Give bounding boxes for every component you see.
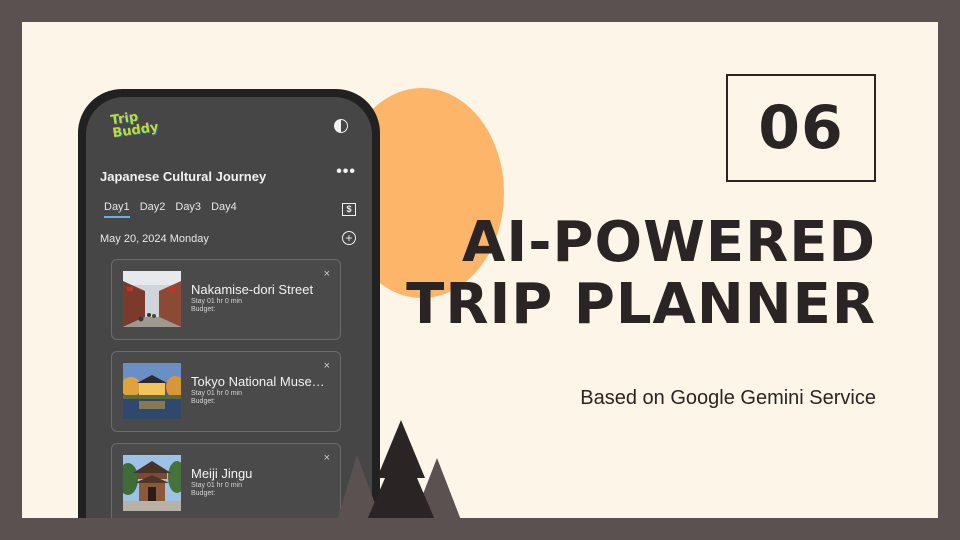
nakamise-street-photo xyxy=(123,271,181,327)
meiji-jingu-photo xyxy=(123,455,181,511)
itinerary-date: May 20, 2024 Monday xyxy=(100,233,209,245)
tokyo-museum-photo xyxy=(123,363,181,419)
place-stay: Stay 01 hr 0 min xyxy=(191,390,242,397)
place-card[interactable]: Nakamise-dori Street Stay 01 hr 0 min Bu… xyxy=(111,259,341,340)
budget-icon[interactable]: $ xyxy=(342,203,356,216)
place-card[interactable]: Tokyo National Museum Stay 01 hr 0 min B… xyxy=(111,351,341,432)
tab-day3[interactable]: Day3 xyxy=(175,201,201,218)
place-card[interactable]: Meiji Jingu Stay 01 hr 0 min Budget: × xyxy=(111,443,341,518)
place-name: Tokyo National Museum xyxy=(191,374,327,389)
remove-place-icon[interactable]: × xyxy=(324,268,330,280)
add-place-icon[interactable]: + xyxy=(342,231,356,245)
phone-mockup: Trip Buddy Japanese Cultural Journey •••… xyxy=(78,89,380,518)
trip-buddy-logo: Trip Buddy xyxy=(110,108,162,148)
place-name: Nakamise-dori Street xyxy=(191,282,314,297)
pine-trees-decoration xyxy=(337,420,461,518)
theme-toggle-icon[interactable] xyxy=(334,119,348,133)
more-options-icon[interactable]: ••• xyxy=(336,163,356,181)
tab-day2[interactable]: Day2 xyxy=(140,201,166,218)
slide-subtitle: Based on Google Gemini Service xyxy=(580,387,876,409)
tab-day1[interactable]: Day1 xyxy=(104,201,130,218)
slide-number: 06 xyxy=(726,74,876,182)
remove-place-icon[interactable]: × xyxy=(324,360,330,372)
tab-day4[interactable]: Day4 xyxy=(211,201,237,218)
remove-place-icon[interactable]: × xyxy=(324,452,330,464)
place-name: Meiji Jingu xyxy=(191,466,253,481)
app-screen: Trip Buddy Japanese Cultural Journey •••… xyxy=(86,97,372,518)
headline-line2: TRIP PLANNER xyxy=(406,272,876,337)
trip-title: Japanese Cultural Journey xyxy=(100,169,267,184)
place-stay: Stay 01 hr 0 min xyxy=(191,298,242,305)
place-stay: Stay 01 hr 0 min xyxy=(191,482,242,489)
day-tabs: Day1 Day2 Day3 Day4 xyxy=(104,201,237,218)
place-budget: Budget: xyxy=(191,398,216,405)
slide: Trip Buddy Japanese Cultural Journey •••… xyxy=(22,22,938,518)
slide-headline: AI-POWERED TRIP PLANNER xyxy=(406,212,876,336)
place-budget: Budget: xyxy=(191,490,216,497)
place-budget: Budget: xyxy=(191,306,216,313)
headline-line1: AI-POWERED xyxy=(462,210,876,275)
